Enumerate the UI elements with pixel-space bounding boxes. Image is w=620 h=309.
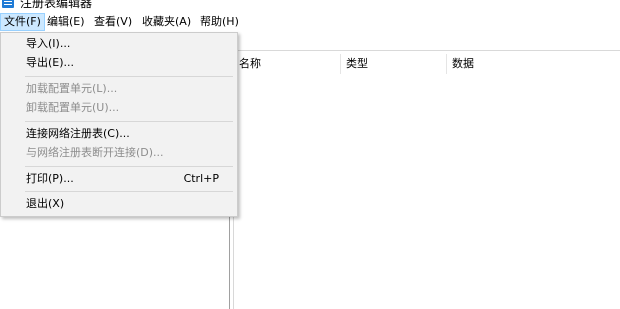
file-menu-dropdown: 导入(I)... 导出(E)... 加载配置单元(L)... 卸载配置单元(U)…: [0, 32, 238, 217]
menu-item-label: 退出(X): [26, 197, 65, 210]
menu-item-import[interactable]: 导入(I)...: [3, 34, 235, 54]
menu-separator: [25, 76, 233, 77]
column-header-type[interactable]: 类型: [341, 54, 446, 74]
title-bar: 注册表编辑器 ✕: [0, 0, 620, 10]
menu-item-disconnect-network-registry: 与网络注册表断开连接(D)...: [3, 143, 235, 163]
column-header-data[interactable]: 数据: [447, 54, 552, 74]
menu-item-label: 导入(I)...: [26, 37, 71, 50]
menu-item-print[interactable]: 打印(P)... Ctrl+P: [3, 169, 235, 189]
menu-separator: [25, 191, 233, 192]
menu-separator: [25, 121, 233, 122]
menu-help[interactable]: 帮助(H): [197, 14, 242, 30]
menu-item-label: 打印(P)...: [26, 172, 74, 185]
menu-item-label: 与网络注册表断开连接(D)...: [26, 146, 164, 159]
registry-editor-window: 注册表编辑器 ✕ 文件(F) 编辑(E) 查看(V) 收藏夹(A) 帮助(H) …: [0, 0, 620, 309]
menu-item-unload-hive: 卸载配置单元(U)...: [3, 98, 235, 118]
menu-bar: 文件(F) 编辑(E) 查看(V) 收藏夹(A) 帮助(H): [0, 12, 620, 32]
menu-item-exit[interactable]: 退出(X): [3, 194, 235, 214]
menu-file[interactable]: 文件(F): [0, 13, 45, 31]
menu-separator: [25, 166, 233, 167]
menu-favorites[interactable]: 收藏夹(A): [139, 14, 194, 30]
window-title: 注册表编辑器: [20, 0, 93, 10]
menu-item-label: 卸载配置单元(U)...: [26, 101, 120, 114]
menu-item-label: 加载配置单元(L)...: [26, 82, 118, 95]
menu-item-label: 导出(E)...: [26, 56, 75, 69]
menu-edit[interactable]: 编辑(E): [44, 14, 88, 30]
column-header-name[interactable]: 名称: [234, 54, 339, 74]
menu-view[interactable]: 查看(V): [91, 14, 135, 30]
menu-item-connect-network-registry[interactable]: 连接网络注册表(C)...: [3, 124, 235, 144]
menu-item-shortcut: Ctrl+P: [183, 172, 219, 185]
menu-item-export[interactable]: 导出(E)...: [3, 53, 235, 73]
registry-editor-icon: [2, 0, 14, 8]
menu-item-load-hive: 加载配置单元(L)...: [3, 79, 235, 99]
menu-item-label: 连接网络注册表(C)...: [26, 127, 130, 140]
list-header: 名称 类型 数据: [234, 54, 620, 74]
